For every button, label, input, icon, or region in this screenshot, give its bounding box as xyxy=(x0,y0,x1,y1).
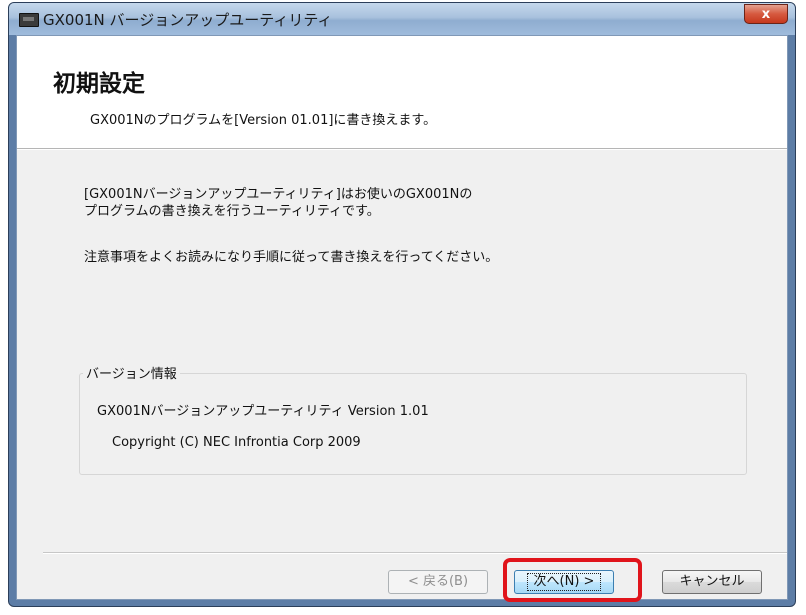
wizard-header: 初期設定 GX001Nのプログラムを[Version 01.01]に書き換えます… xyxy=(17,36,787,148)
cancel-button[interactable]: キャンセル xyxy=(662,570,762,594)
caution-text: 注意事項をよくお読みになり手順に従って書き換えを行ってください。 xyxy=(84,250,499,265)
footer-divider xyxy=(43,552,787,554)
description-line-2: プログラムの書き換えを行うユーティリティです。 xyxy=(84,204,380,219)
description-line-1: [GX001Nバージョンアップユーティリティ]はお使いのGX001Nの xyxy=(84,187,473,202)
copyright-text: Copyright (C) NEC Infrontia Corp 2009 xyxy=(112,435,361,450)
wizard-client-area: 初期設定 GX001Nのプログラムを[Version 01.01]に書き換えます… xyxy=(16,35,788,600)
version-text: GX001Nバージョンアップユーティリティ Version 1.01 xyxy=(97,404,429,419)
description-text: [GX001Nバージョンアップユーティリティ]はお使いのGX001Nの プログラ… xyxy=(84,186,472,220)
close-button[interactable]: x xyxy=(744,4,788,24)
back-button[interactable]: < 戻る(B) xyxy=(388,570,488,594)
version-info-label: バージョン情報 xyxy=(83,363,180,382)
next-button-highlight xyxy=(503,558,642,602)
title-bar[interactable]: GX001N バージョンアップユーティリティ x xyxy=(9,3,795,35)
version-info-group xyxy=(79,373,747,475)
app-icon xyxy=(19,13,39,27)
page-subtitle: GX001Nのプログラムを[Version 01.01]に書き換えます。 xyxy=(90,113,437,128)
page-title: 初期設定 xyxy=(53,71,145,97)
window-title: GX001N バージョンアップユーティリティ xyxy=(43,11,333,29)
header-divider xyxy=(17,148,787,150)
app-window: GX001N バージョンアップユーティリティ x 初期設定 GX001Nのプログ… xyxy=(8,2,796,607)
